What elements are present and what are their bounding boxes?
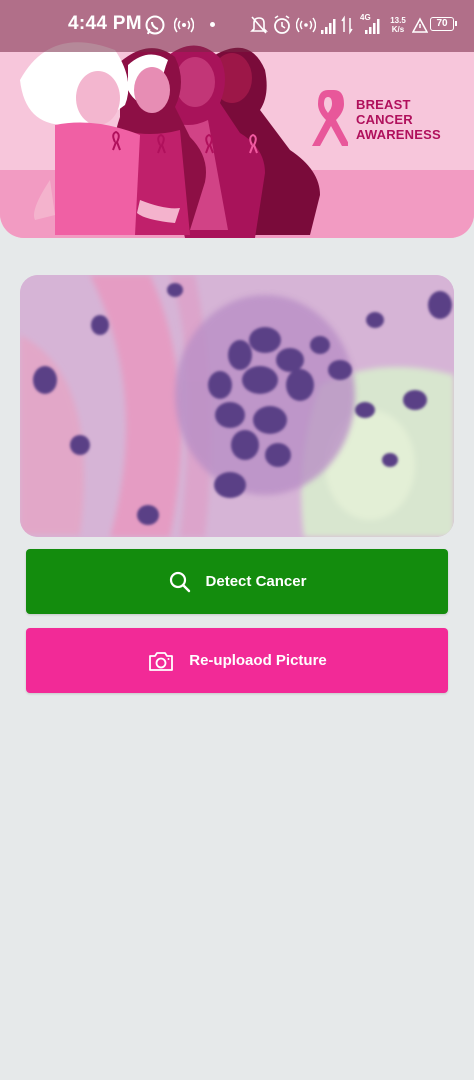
reupload-picture-label: Re-uploaod Picture <box>189 652 327 669</box>
alarm-icon <box>274 15 290 34</box>
awareness-title-line1: BREAST <box>356 97 411 112</box>
search-icon <box>168 570 192 594</box>
battery-icon: 70 <box>430 17 457 31</box>
histology-sample-image <box>20 275 454 537</box>
speed-unit: K/s <box>391 25 405 34</box>
ribbon-icon <box>312 90 348 146</box>
whatsapp-icon <box>145 15 165 35</box>
header-banner: BREAST CANCER AWARENESS 4:44 PM 4G 13.5 … <box>0 0 474 238</box>
speed-value: 13.5 <box>390 16 406 25</box>
data-arrows-icon <box>341 15 353 35</box>
status-bar: 4:44 PM 4G 13.5 K/s 70 <box>0 0 474 52</box>
speed-icon: 13.5 K/s <box>387 16 409 34</box>
detect-cancer-label: Detect Cancer <box>205 573 307 590</box>
detect-cancer-button[interactable]: Detect Cancer <box>26 549 448 614</box>
awareness-title-line2: CANCER <box>356 112 413 127</box>
camera-icon <box>147 649 175 673</box>
warning-icon <box>412 17 428 33</box>
reupload-picture-button[interactable]: Re-uploaod Picture <box>26 628 448 693</box>
signal-icon <box>321 19 336 34</box>
dot-icon <box>210 22 215 27</box>
hotspot-icon <box>174 17 194 33</box>
mute-icon <box>250 16 268 34</box>
awareness-title-line3: AWARENESS <box>356 127 441 142</box>
wifi-calling-icon <box>296 17 316 33</box>
histology-sample-image-art <box>20 275 454 537</box>
awareness-title: BREAST CANCER AWARENESS <box>356 97 441 142</box>
battery-level: 70 <box>436 18 448 29</box>
signal-4g-icon <box>365 19 380 34</box>
status-time: 4:44 PM <box>68 13 142 34</box>
